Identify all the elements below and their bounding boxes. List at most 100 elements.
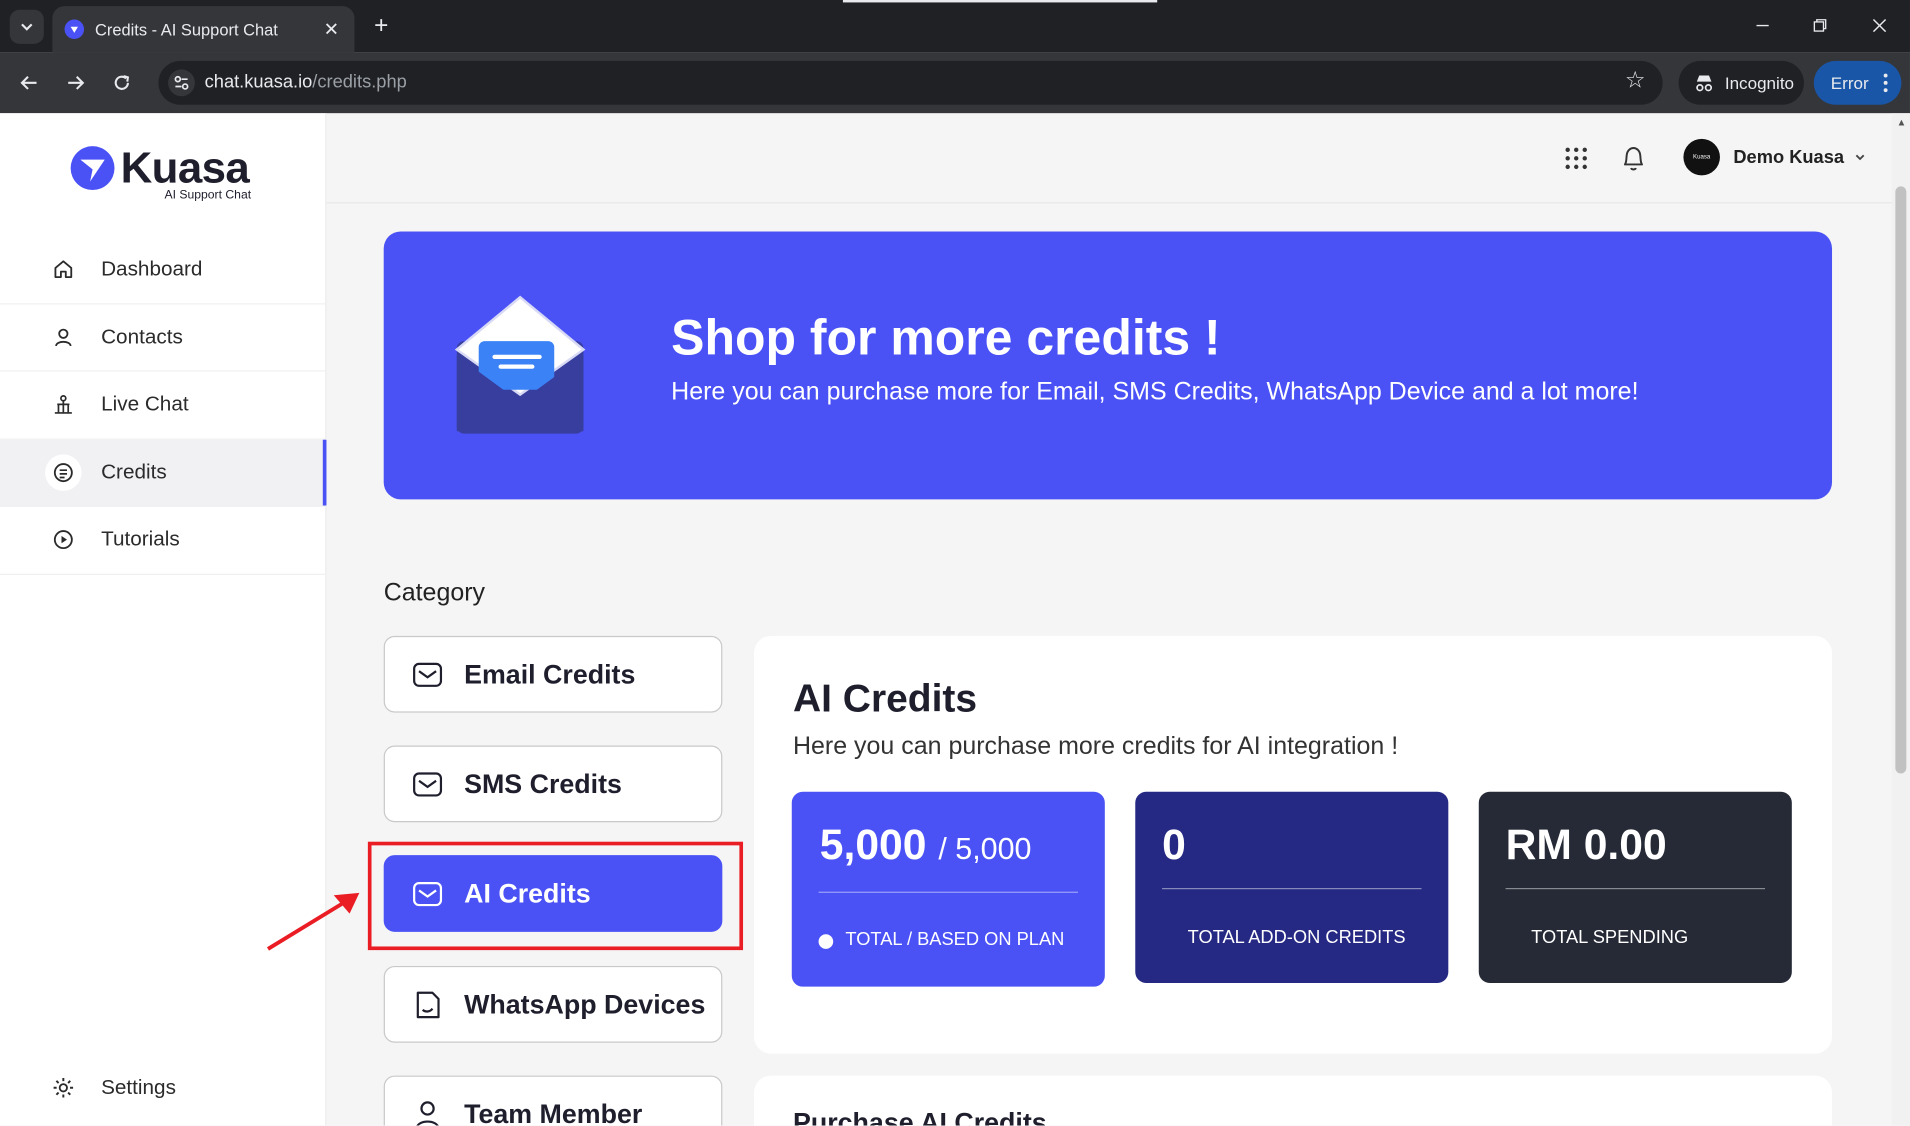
favicon-icon xyxy=(64,19,85,39)
reload-button[interactable] xyxy=(106,67,138,99)
play-icon xyxy=(51,528,75,552)
stat-value: 0 xyxy=(1162,820,1186,869)
browser-tab[interactable]: Credits - AI Support Chat ✕ xyxy=(52,6,355,53)
panel-subtitle: Here you can purchase more credits for A… xyxy=(792,732,1399,761)
stat-value: 5,000 / 5,000 xyxy=(819,820,1032,869)
address-bar[interactable]: chat.kuasa.io/credits.php ☆ xyxy=(158,60,1663,105)
incognito-icon xyxy=(1696,75,1713,92)
banner-subtitle: Here you can purchase more for Email, SM… xyxy=(671,377,1639,406)
stat-card-plan: 5,000 / 5,000 TOTAL / BASED ON PLAN xyxy=(791,791,1105,987)
browser-toolbar: chat.kuasa.io/credits.php ☆ Incognito Er… xyxy=(0,52,1910,114)
category-whatsapp-devices-button[interactable]: WhatsApp Devices xyxy=(383,965,723,1043)
sidebar-nav: Dashboard Contacts Live Chat Credits Tut… xyxy=(0,236,327,575)
sidebar-item-credits[interactable]: Credits xyxy=(0,439,327,507)
divider xyxy=(818,891,1079,893)
brand-name: Kuasa xyxy=(120,142,250,193)
category-email-credits-button[interactable]: Email Credits xyxy=(383,635,723,713)
category-label: Category xyxy=(383,578,486,607)
browser-tab-bar: Credits - AI Support Chat ✕ + xyxy=(0,0,1910,53)
scroll-thumb[interactable] xyxy=(1895,186,1907,774)
stat-value: RM 0.00 xyxy=(1505,820,1667,869)
close-window-button[interactable] xyxy=(1861,10,1898,42)
apps-grid-icon[interactable] xyxy=(1564,146,1588,170)
user-name: Demo Kuasa xyxy=(1733,146,1845,168)
brand-logo[interactable]: Kuasa xyxy=(69,142,250,194)
minimize-icon xyxy=(1756,24,1769,27)
reload-icon xyxy=(114,75,130,90)
kuasa-logo-icon xyxy=(70,146,115,191)
live-chat-icon xyxy=(51,393,75,417)
tab-title: Credits - AI Support Chat xyxy=(95,20,278,39)
page: Kuasa AI Support Chat Dashboard Contacts xyxy=(0,113,1910,1126)
site-info-icon[interactable] xyxy=(168,69,195,97)
device-icon xyxy=(416,991,440,1018)
minimize-button[interactable] xyxy=(1744,10,1781,42)
category-team-member-button[interactable]: Team Member xyxy=(383,1075,723,1126)
credits-icon xyxy=(45,454,82,491)
close-icon xyxy=(1872,18,1887,33)
url-text: chat.kuasa.io/credits.php xyxy=(204,71,407,93)
brand-tagline: AI Support Chat xyxy=(164,188,252,203)
annotation-highlight-box xyxy=(367,841,744,951)
chevron-down-icon xyxy=(1855,154,1865,161)
sidebar-item-label: Live Chat xyxy=(101,392,189,416)
bookmark-star-icon[interactable]: ☆ xyxy=(1625,67,1646,95)
category-label-text: Email Credits xyxy=(464,658,636,689)
category-label-text: WhatsApp Devices xyxy=(464,988,706,1019)
user-icon xyxy=(416,1100,439,1126)
arrow-left-icon xyxy=(20,76,37,90)
envelope-illustration-icon xyxy=(454,295,586,434)
sidebar-item-label: Credits xyxy=(101,460,167,484)
stat-label: TOTAL / BASED ON PLAN xyxy=(845,929,1065,951)
avatar: Kuasa xyxy=(1683,138,1720,176)
sidebar-item-contacts[interactable]: Contacts xyxy=(0,304,327,372)
incognito-label: Incognito xyxy=(1724,73,1795,93)
ai-credits-panel: AI Credits Here you can purchase more cr… xyxy=(754,635,1833,1054)
tab-search-button[interactable] xyxy=(9,9,44,44)
category-sms-credits-button[interactable]: SMS Credits xyxy=(383,745,723,823)
incognito-indicator[interactable]: Incognito xyxy=(1678,60,1805,105)
gear-icon xyxy=(53,1078,74,1098)
chevron-down-icon xyxy=(21,23,33,31)
tab-close-icon[interactable]: ✕ xyxy=(320,18,342,40)
panel-title: AI Credits xyxy=(792,676,978,720)
sidebar-item-tutorials[interactable]: Tutorials xyxy=(0,507,327,575)
sidebar-item-label: Tutorials xyxy=(101,527,180,551)
sidebar-item-live-chat[interactable]: Live Chat xyxy=(0,372,327,440)
top-header: Kuasa Demo Kuasa xyxy=(326,113,1892,204)
stat-card-add-on: 0 TOTAL ADD-ON CREDITS xyxy=(1135,791,1449,984)
category-label-text: SMS Credits xyxy=(464,768,622,799)
restore-button[interactable] xyxy=(1802,10,1839,42)
page-scrollbar[interactable]: ▲ xyxy=(1891,113,1910,1126)
stat-card-spending: RM 0.00 TOTAL SPENDING xyxy=(1478,791,1792,984)
settings-label: Settings xyxy=(101,1075,176,1099)
forward-button[interactable] xyxy=(60,67,92,99)
scroll-up-arrow-icon[interactable]: ▲ xyxy=(1897,117,1907,128)
stat-label: TOTAL SPENDING xyxy=(1531,926,1689,948)
divider xyxy=(1505,887,1766,890)
category-label-text: Team Member xyxy=(464,1098,643,1126)
banner-title: Shop for more credits ! xyxy=(671,309,1221,366)
home-icon xyxy=(51,257,75,281)
user-icon xyxy=(51,325,75,349)
user-menu[interactable]: Kuasa Demo Kuasa xyxy=(1683,138,1866,176)
divider xyxy=(1162,887,1422,890)
sidebar-item-dashboard[interactable]: Dashboard xyxy=(0,236,327,304)
purchase-panel: Purchase AI Credits xyxy=(754,1075,1833,1126)
arrow-right-icon xyxy=(68,76,85,90)
sidebar-item-label: Dashboard xyxy=(101,257,203,281)
purchase-panel-title: Purchase AI Credits xyxy=(792,1107,1047,1126)
sidebar-item-settings[interactable]: Settings xyxy=(51,1076,176,1100)
profile-error-button[interactable]: Error xyxy=(1813,60,1902,105)
bullet-dot-icon xyxy=(818,934,834,949)
stat-label: TOTAL ADD-ON CREDITS xyxy=(1187,926,1406,948)
back-button[interactable] xyxy=(13,67,45,99)
more-vertical-icon xyxy=(1883,73,1888,93)
new-tab-button[interactable]: + xyxy=(365,10,397,42)
loading-indicator xyxy=(842,0,1158,3)
error-label: Error xyxy=(1830,73,1869,93)
bell-icon[interactable] xyxy=(1620,144,1647,173)
mail-icon xyxy=(413,771,443,796)
annotation-arrow-icon xyxy=(266,892,360,951)
mail-icon xyxy=(413,662,443,687)
